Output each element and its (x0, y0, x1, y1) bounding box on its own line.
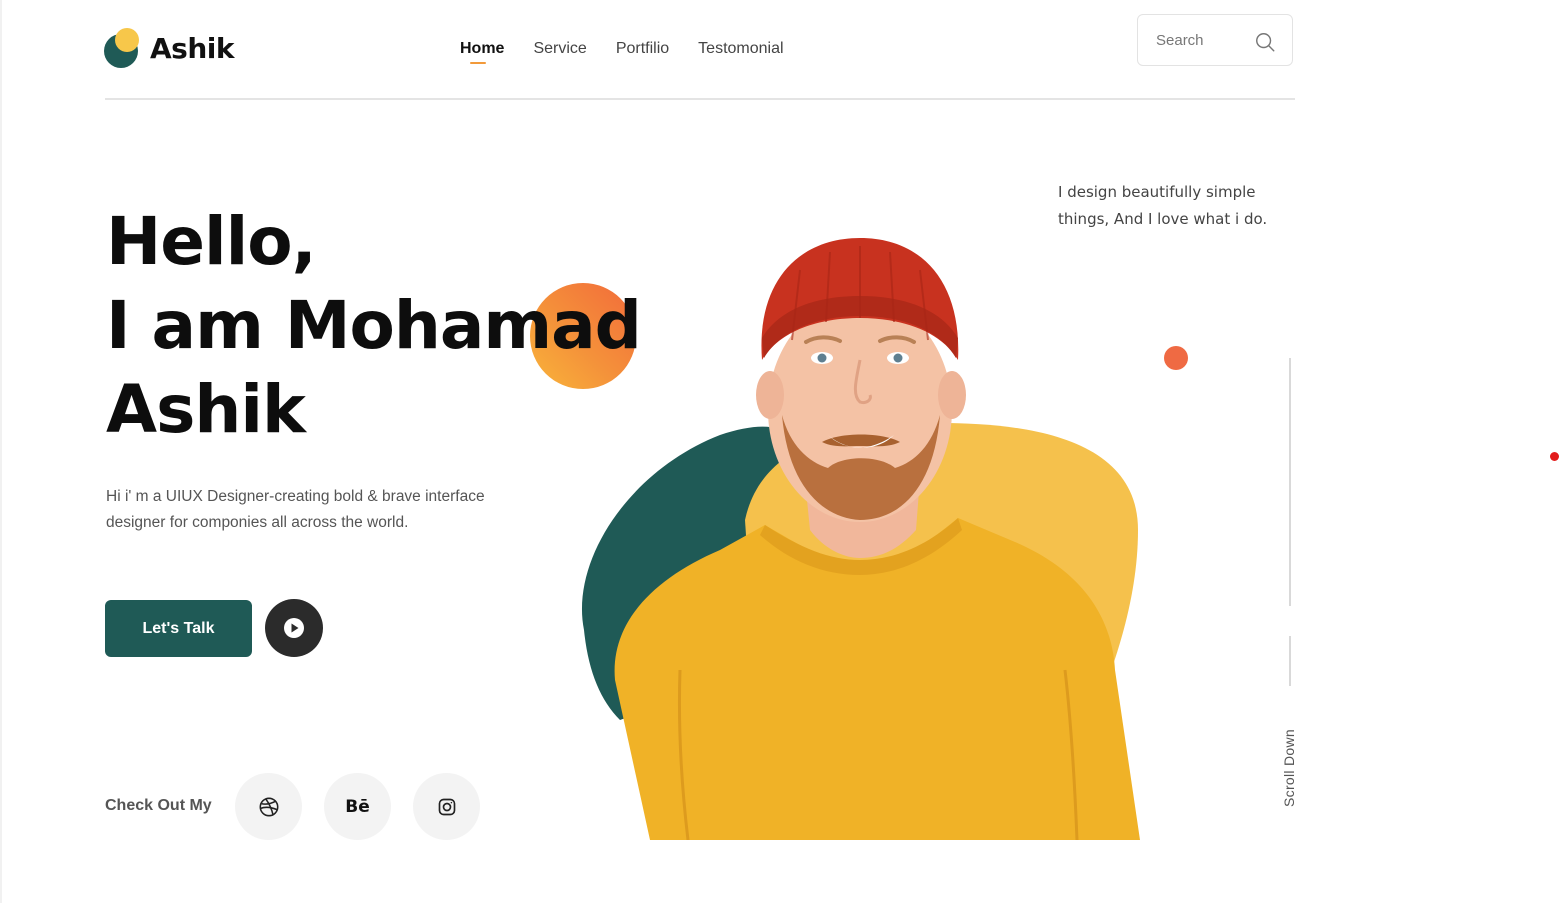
nav-item-service[interactable]: Service (533, 40, 586, 58)
page-edge (0, 0, 2, 903)
search-input[interactable] (1156, 27, 1246, 53)
scroll-line-short (1289, 636, 1291, 686)
scroll-line (1289, 358, 1291, 606)
brand-name: Ashik (150, 31, 235, 65)
hero-line-2: I am Mohamad (106, 287, 642, 364)
nav-item-home[interactable]: Home (460, 40, 504, 64)
hero-intro: Hi i' m a UIUX Designer-creating bold & … (106, 488, 485, 531)
tagline: I design beautifully simple things, And … (1058, 183, 1268, 228)
red-indicator-dot (1550, 452, 1559, 461)
instagram-icon (438, 798, 455, 815)
instagram-button[interactable] (413, 773, 480, 840)
behance-button[interactable]: Bē (324, 773, 391, 840)
play-button[interactable] (265, 599, 323, 657)
logo[interactable]: Ashik (104, 28, 235, 68)
header-divider (105, 98, 1295, 100)
search-box[interactable] (1137, 14, 1293, 66)
logo-mark-icon (104, 28, 140, 68)
hero-portrait (581, 238, 1140, 840)
hero-line-1: Hello, (106, 203, 317, 280)
main-nav: Home Service Portfilio Testomonial (460, 40, 813, 64)
play-icon (284, 618, 304, 638)
social-label: Check Out My (105, 797, 212, 814)
lets-talk-button[interactable]: Let's Talk (105, 600, 252, 657)
red-dot-decoration (1164, 346, 1188, 370)
nav-item-portfolio[interactable]: Portfilio (616, 40, 669, 58)
search-icon[interactable] (1254, 31, 1276, 53)
dribbble-icon (259, 797, 278, 816)
nav-item-testimonial[interactable]: Testomonial (698, 40, 783, 58)
hero-heading: Hello, I am Mohamad Ashik (106, 200, 642, 452)
dribbble-button[interactable] (235, 773, 302, 840)
hero-line-3: Ashik (106, 371, 306, 448)
scroll-down-link[interactable]: Scroll Down (1281, 729, 1297, 807)
behance-icon: Bē (345, 796, 370, 817)
